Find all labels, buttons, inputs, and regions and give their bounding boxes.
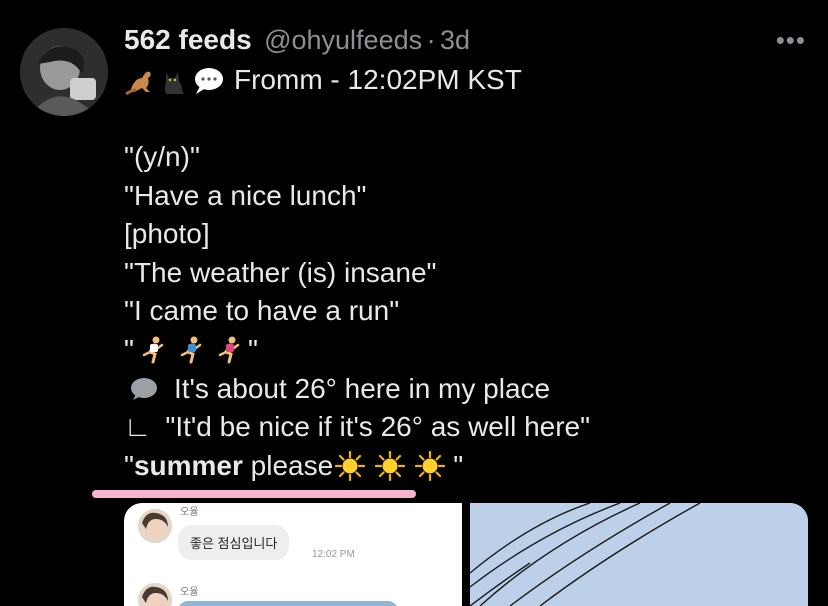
summer-open-quote: " — [124, 449, 134, 481]
close-quote: " — [247, 333, 258, 365]
tweet-line: "(y/n)" — [124, 141, 200, 172]
chat-message-time: 12:02 PM — [312, 549, 355, 560]
display-name[interactable]: 562 feeds — [124, 24, 252, 55]
bubble-line-text: It's about 26° here in my place — [174, 372, 551, 404]
sun-icon — [335, 451, 366, 482]
chat-message-bubble: 좋은 점심입니다 — [178, 525, 290, 560]
summer-bold-word: summer — [133, 449, 243, 481]
runner-icon — [180, 336, 202, 364]
chat-sender-name: 오율 — [180, 507, 199, 518]
runner-line: " " — [124, 331, 590, 370]
timestamp[interactable]: 3d — [440, 25, 470, 55]
reply-line-text: "It'd be nice if it's 26° as well here" — [165, 411, 591, 443]
sky-power-lines-photo — [470, 503, 808, 606]
user-handle[interactable]: @ohyulfeeds — [264, 25, 422, 55]
chat-avatar — [138, 583, 172, 606]
separator-dot: · — [426, 25, 436, 55]
more-options-icon[interactable]: ••• — [776, 27, 806, 53]
speech-bubble-icon — [195, 68, 223, 94]
bubble-line: It's about 26° here in my place — [126, 370, 590, 409]
runner-icon — [142, 336, 164, 364]
tweet-header: 562 feeds @ohyulfeeds · 3d — [124, 24, 808, 60]
speech-balloon-icon — [131, 377, 157, 400]
summer-close-quote: " — [453, 449, 464, 481]
subline: Fromm - 12:02PM KST — [124, 62, 522, 98]
reply-corner-glyph: ∟ — [124, 411, 152, 443]
chat-sender-name: 오율 — [180, 587, 199, 598]
chat-avatar — [138, 509, 172, 543]
black-cat-icon — [165, 72, 184, 94]
sun-icon — [415, 451, 446, 482]
tweet-line: "Have a nice lunch" — [124, 179, 367, 211]
sun-icon — [375, 451, 406, 482]
summer-line: " summer please " — [124, 447, 590, 486]
profile-avatar[interactable] — [20, 28, 108, 116]
reply-line: ∟ "It'd be nice if it's 26° as well here… — [124, 408, 590, 447]
fromm-source-text: Fromm - 12:02PM KST — [234, 64, 522, 95]
tweet-body: "(y/n)" "Have a nice lunch" [photo] "The… — [124, 138, 590, 485]
media-image-chat-screenshot[interactable]: 오율 좋은 점심입니다 12:02 PM 오율 — [124, 503, 462, 606]
tweet-line: [photo] — [124, 218, 210, 250]
summer-rest-text: please — [242, 449, 334, 481]
avatar-photo — [20, 28, 108, 116]
open-quote: " — [124, 333, 134, 365]
tweet-line: "The weather (is) insane" — [124, 256, 437, 288]
tweet-line: "I came to have a run" — [124, 295, 400, 327]
media-image-sky-wires[interactable] — [470, 503, 808, 606]
pink-highlight-underline — [92, 490, 416, 498]
runner-icon — [218, 336, 240, 364]
chat-photo-bubble — [178, 601, 398, 606]
kangaroo-icon — [125, 71, 151, 96]
